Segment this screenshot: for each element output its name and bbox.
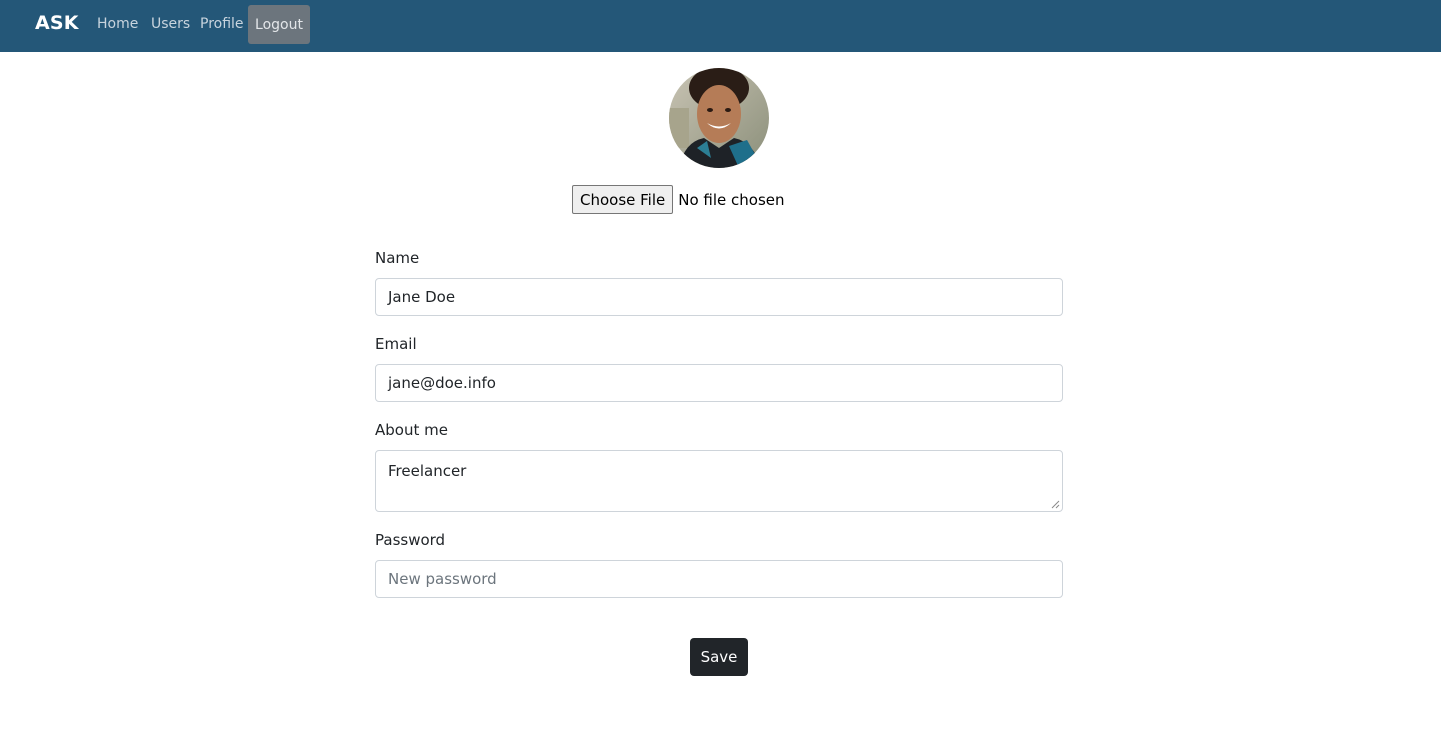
nav-link-home[interactable]: Home: [97, 16, 138, 32]
logout-button[interactable]: Logout: [248, 5, 310, 44]
user-avatar-photo-icon: [669, 68, 769, 168]
about-label: About me: [375, 421, 448, 439]
name-label: Name: [375, 249, 420, 267]
nav-link-users[interactable]: Users: [151, 16, 190, 32]
email-field[interactable]: jane@doe.info: [375, 364, 1063, 402]
about-textarea-value: Freelancer: [388, 462, 467, 480]
top-navbar: ASK Home Users Profile Logout: [0, 0, 1441, 52]
choose-file-button[interactable]: Choose File: [572, 185, 674, 214]
email-label: Email: [375, 335, 417, 353]
avatar: [669, 68, 769, 168]
save-button[interactable]: Save: [690, 638, 748, 676]
password-placeholder: New password: [388, 570, 497, 588]
avatar-file-input: Choose File No file chosen: [572, 185, 785, 214]
name-field-value: Jane Doe: [388, 288, 456, 306]
email-field-value: jane@doe.info: [388, 374, 496, 392]
name-field[interactable]: Jane Doe: [375, 278, 1063, 316]
file-status-text: No file chosen: [678, 190, 785, 209]
about-textarea[interactable]: Freelancer: [375, 450, 1063, 512]
password-label: Password: [375, 531, 446, 549]
password-field[interactable]: New password: [375, 560, 1063, 598]
nav-link-profile[interactable]: Profile: [200, 16, 244, 32]
resize-grip-icon[interactable]: [1051, 500, 1060, 509]
brand-logo[interactable]: ASK: [35, 12, 79, 34]
